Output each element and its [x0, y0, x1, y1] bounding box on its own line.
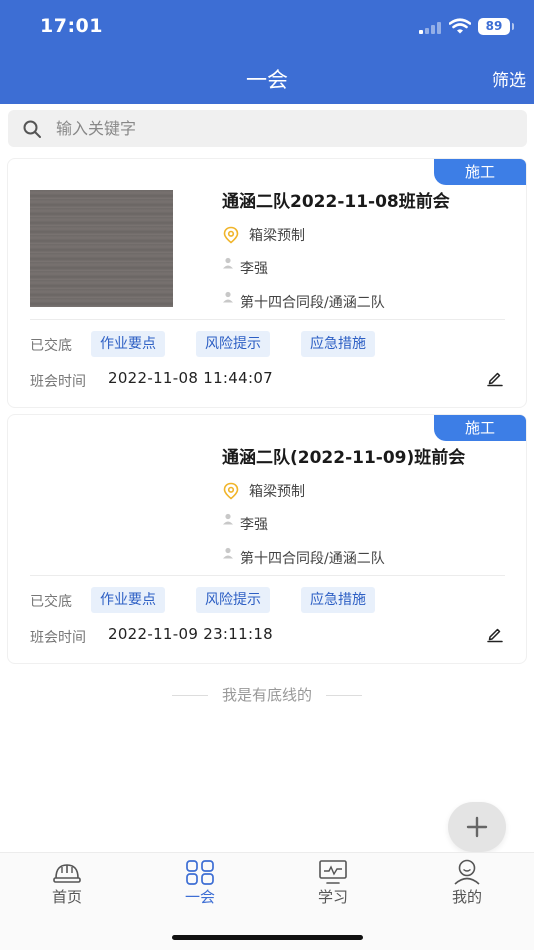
tab-label: 学习 [317, 888, 348, 906]
tag-emergency-measures[interactable]: 应急措施 [301, 587, 375, 613]
helmet-icon [53, 864, 81, 883]
user-icon [454, 859, 480, 885]
meeting-card[interactable]: 施工 通涵二队2022-11-08班前会 箱梁预制 李强 第十四合同段/通涵二队… [7, 158, 527, 408]
tag-risk-warning[interactable]: 风险提示 [196, 587, 270, 613]
divider [30, 575, 505, 576]
location-row: 箱梁预制 [222, 481, 305, 501]
edit-icon[interactable] [486, 369, 504, 387]
grid-icon [186, 860, 214, 885]
time-label: 班会时间 [30, 630, 86, 646]
time-value: 2022-11-08 11:44:07 [108, 369, 274, 387]
person-name: 李强 [240, 517, 268, 533]
search-icon [23, 120, 41, 138]
monitor-icon [319, 860, 347, 884]
home-indicator [172, 935, 363, 940]
team-icon [223, 547, 233, 559]
time-label: 班会时间 [30, 374, 86, 390]
tag-risk-warning[interactable]: 风险提示 [196, 331, 270, 357]
person-row: 李强 [222, 513, 268, 534]
tab-label: 首页 [51, 888, 82, 906]
filter-button[interactable]: 筛选 [492, 66, 526, 91]
meeting-title: 通涵二队2022-11-08班前会 [222, 192, 450, 212]
person-row: 李强 [222, 257, 268, 278]
person-icon [223, 257, 233, 269]
tab-label: 我的 [451, 888, 482, 906]
app-header: 17:01 89 一会 筛选 [0, 0, 534, 104]
tag-key-points[interactable]: 作业要点 [91, 331, 165, 357]
tag-key-points[interactable]: 作业要点 [91, 587, 165, 613]
add-button[interactable] [448, 802, 506, 852]
team-name: 第十四合同段/通涵二队 [240, 551, 385, 567]
plus-icon [466, 816, 488, 838]
tab-home[interactable]: 首页 [27, 859, 107, 907]
person-name: 李强 [240, 261, 268, 277]
battery-indicator: 89 [478, 18, 514, 35]
meeting-card[interactable]: 施工 通涵二队(2022-11-09)班前会 箱梁预制 李强 第十四合同段/通涵… [7, 414, 527, 664]
person-icon [223, 513, 233, 525]
team-icon [223, 291, 233, 303]
location-row: 箱梁预制 [222, 225, 305, 245]
tags-label: 已交底 [30, 594, 72, 610]
category-badge: 施工 [434, 159, 526, 185]
tab-label: 一会 [184, 888, 215, 906]
status-time: 17:01 [40, 15, 103, 37]
location-pin-icon [223, 226, 239, 244]
edit-icon[interactable] [486, 625, 504, 643]
location-pin-icon [223, 482, 239, 500]
end-of-list-text: 我是有底线的 [0, 684, 534, 705]
team-name: 第十四合同段/通涵二队 [240, 295, 385, 311]
meeting-title: 通涵二队(2022-11-09)班前会 [222, 448, 466, 468]
team-row: 第十四合同段/通涵二队 [222, 547, 385, 568]
wifi-icon [449, 18, 471, 34]
page-title: 一会 [246, 68, 288, 92]
search-input[interactable] [56, 110, 516, 147]
tab-profile[interactable]: 我的 [427, 859, 507, 907]
tag-emergency-measures[interactable]: 应急措施 [301, 331, 375, 357]
category-badge: 施工 [434, 415, 526, 441]
tags-label: 已交底 [30, 338, 72, 354]
meeting-photo[interactable] [30, 190, 173, 307]
cellular-signal-icon [419, 22, 443, 34]
divider [30, 319, 505, 320]
team-row: 第十四合同段/通涵二队 [222, 291, 385, 312]
search-bar[interactable] [8, 110, 527, 147]
location-text: 箱梁预制 [249, 228, 305, 244]
time-value: 2022-11-09 23:11:18 [108, 625, 274, 643]
tab-meeting[interactable]: 一会 [160, 859, 240, 907]
tab-study[interactable]: 学习 [293, 859, 373, 907]
location-text: 箱梁预制 [249, 484, 305, 500]
